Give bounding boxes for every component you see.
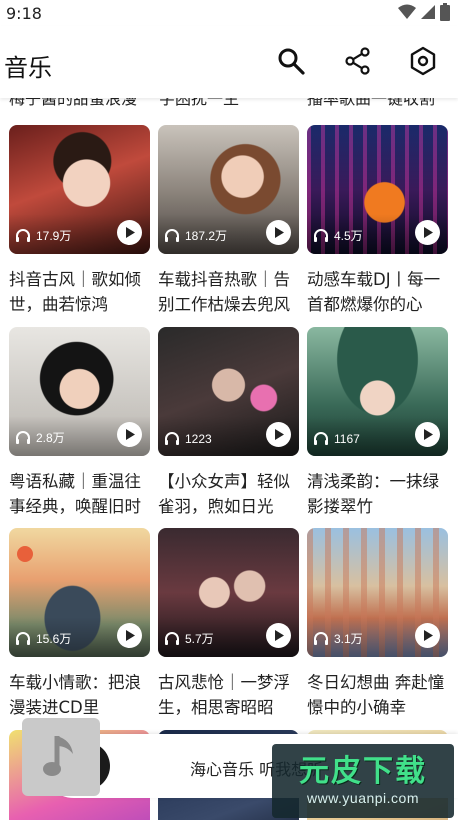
play-icon bbox=[125, 429, 135, 440]
headphones-icon bbox=[314, 229, 328, 242]
cell-signal-icon bbox=[421, 5, 435, 19]
search-icon bbox=[278, 48, 305, 75]
headphones-icon bbox=[16, 229, 30, 242]
playlist-cover[interactable]: 3.1万 bbox=[307, 528, 448, 657]
status-bar: 9:18 bbox=[0, 0, 458, 26]
play-count-text: 2.8万 bbox=[36, 431, 65, 445]
play-icon bbox=[274, 227, 284, 238]
playlist-card[interactable]: 17.9万 抖音古风｜歌如倾世，曲若惊鸿 bbox=[9, 125, 150, 317]
play-button[interactable] bbox=[266, 220, 291, 245]
play-icon bbox=[274, 630, 284, 641]
play-count: 1223 bbox=[164, 431, 212, 446]
play-count: 4.5万 bbox=[313, 227, 363, 244]
play-count: 3.1万 bbox=[313, 630, 363, 647]
app-bar: 音乐 bbox=[0, 26, 458, 98]
play-button[interactable] bbox=[415, 623, 440, 648]
play-button[interactable] bbox=[266, 422, 291, 447]
share-button[interactable] bbox=[343, 46, 373, 76]
search-button[interactable] bbox=[276, 46, 306, 76]
hexagon-settings-icon bbox=[410, 46, 436, 76]
play-count-text: 17.9万 bbox=[36, 229, 72, 243]
partial-playlist-title[interactable]: 字困扰一生 bbox=[159, 98, 299, 110]
playlist-cover[interactable]: 17.9万 bbox=[9, 125, 150, 254]
watermark-url: www.yuanpi.com bbox=[306, 790, 420, 806]
play-icon bbox=[125, 227, 135, 238]
play-count-text: 5.7万 bbox=[185, 632, 214, 646]
playlist-cover[interactable]: 1167 bbox=[307, 327, 448, 456]
playlist-card[interactable]: 4.5万 动感车载DJ丨每一首都燃爆你的心 bbox=[307, 125, 448, 317]
play-count-text: 1167 bbox=[334, 431, 360, 446]
playlist-title[interactable]: 粤语私藏｜重温往事经典，唤醒旧时 bbox=[9, 469, 150, 519]
playlist-card[interactable]: 2.8万 粤语私藏｜重温往事经典，唤醒旧时 bbox=[9, 327, 150, 519]
play-icon bbox=[274, 429, 284, 440]
play-count-text: 4.5万 bbox=[334, 229, 363, 243]
play-count: 5.7万 bbox=[164, 630, 214, 647]
playlist-title[interactable]: 冬日幻想曲 奔赴憧憬中的小确幸 bbox=[307, 670, 448, 720]
headphones-icon bbox=[16, 632, 30, 645]
playlist-title[interactable]: 抖音古风｜歌如倾世，曲若惊鸿 bbox=[9, 267, 150, 317]
playlist-cover[interactable]: 187.2万 bbox=[158, 125, 299, 254]
playlist-cover[interactable]: 5.7万 bbox=[158, 528, 299, 657]
play-count-text: 3.1万 bbox=[334, 632, 363, 646]
play-button[interactable] bbox=[415, 220, 440, 245]
watermark-logo: 元皮下载 www.yuanpi.com bbox=[272, 744, 454, 818]
play-icon bbox=[423, 429, 433, 440]
share-icon bbox=[345, 47, 370, 75]
play-button[interactable] bbox=[266, 623, 291, 648]
playlist-cover[interactable]: 15.6万 bbox=[9, 528, 150, 657]
play-button[interactable] bbox=[117, 422, 142, 447]
playlist-card[interactable]: 15.6万 车载小情歌：把浪漫装进CD里 bbox=[9, 528, 150, 720]
playlist-card[interactable]: 1167 清浅柔韵：一抹绿影搂翠竹 bbox=[307, 327, 448, 519]
headphones-icon bbox=[165, 632, 179, 645]
battery-icon bbox=[440, 3, 450, 21]
play-count-text: 187.2万 bbox=[185, 229, 228, 243]
wifi-icon bbox=[398, 4, 416, 19]
play-icon bbox=[125, 630, 135, 641]
headphones-icon bbox=[16, 431, 30, 444]
playlist-card[interactable]: 3.1万 冬日幻想曲 奔赴憧憬中的小确幸 bbox=[307, 528, 448, 720]
partial-playlist-title[interactable]: 播率歌曲一键收割 bbox=[307, 98, 447, 110]
headphones-icon bbox=[314, 432, 328, 445]
album-cover[interactable] bbox=[22, 718, 100, 796]
play-count: 15.6万 bbox=[15, 630, 71, 647]
playlist-title[interactable]: 车载抖音热歌｜告别工作枯燥去兜风 bbox=[158, 267, 299, 317]
play-count-text: 1223 bbox=[185, 431, 212, 446]
status-time: 9:18 bbox=[6, 3, 42, 23]
playlist-title[interactable]: 动感车载DJ丨每一首都燃爆你的心 bbox=[307, 267, 448, 317]
playlist-title[interactable]: 清浅柔韵：一抹绿影搂翠竹 bbox=[307, 469, 448, 519]
play-count: 17.9万 bbox=[15, 227, 71, 244]
playlist-grid: 梅子酱的甜蜜浪漫 字困扰一生 播率歌曲一键收割 17.9万 抖音古风｜歌如倾世，… bbox=[0, 98, 458, 820]
play-count: 2.8万 bbox=[15, 429, 65, 446]
playlist-cover[interactable]: 1223 bbox=[158, 327, 299, 456]
play-count: 187.2万 bbox=[164, 227, 227, 244]
playlist-cover[interactable]: 2.8万 bbox=[9, 327, 150, 456]
headphones-icon bbox=[165, 432, 179, 445]
watermark-text: 元皮下载 bbox=[299, 754, 427, 789]
play-icon bbox=[423, 227, 433, 238]
play-count: 1167 bbox=[313, 431, 360, 446]
settings-button[interactable] bbox=[408, 46, 438, 76]
badge-dot bbox=[17, 546, 33, 562]
playlist-card[interactable]: 187.2万 车载抖音热歌｜告别工作枯燥去兜风 bbox=[158, 125, 299, 317]
music-note-icon bbox=[43, 736, 73, 776]
playlist-title[interactable]: 古风悲怆｜一梦浮生，相思寄昭昭 bbox=[158, 670, 299, 720]
play-count-text: 15.6万 bbox=[36, 632, 72, 646]
headphones-icon bbox=[165, 229, 179, 242]
page-title: 音乐 bbox=[4, 54, 52, 82]
play-button[interactable] bbox=[117, 220, 142, 245]
status-icons bbox=[398, 3, 450, 21]
playlist-cover[interactable]: 4.5万 bbox=[307, 125, 448, 254]
playlist-title[interactable]: 车载小情歌：把浪漫装进CD里 bbox=[9, 670, 150, 720]
partial-playlist-title[interactable]: 梅子酱的甜蜜浪漫 bbox=[9, 98, 149, 110]
headphones-icon bbox=[314, 632, 328, 645]
playlist-title[interactable]: 【小众女声】轻似雀羽，煦如日光 bbox=[158, 469, 299, 519]
playlist-card[interactable]: 5.7万 古风悲怆｜一梦浮生，相思寄昭昭 bbox=[158, 528, 299, 720]
play-icon bbox=[423, 630, 433, 641]
play-button[interactable] bbox=[117, 623, 142, 648]
play-button[interactable] bbox=[415, 422, 440, 447]
playlist-card[interactable]: 1223 【小众女声】轻似雀羽，煦如日光 bbox=[158, 327, 299, 519]
